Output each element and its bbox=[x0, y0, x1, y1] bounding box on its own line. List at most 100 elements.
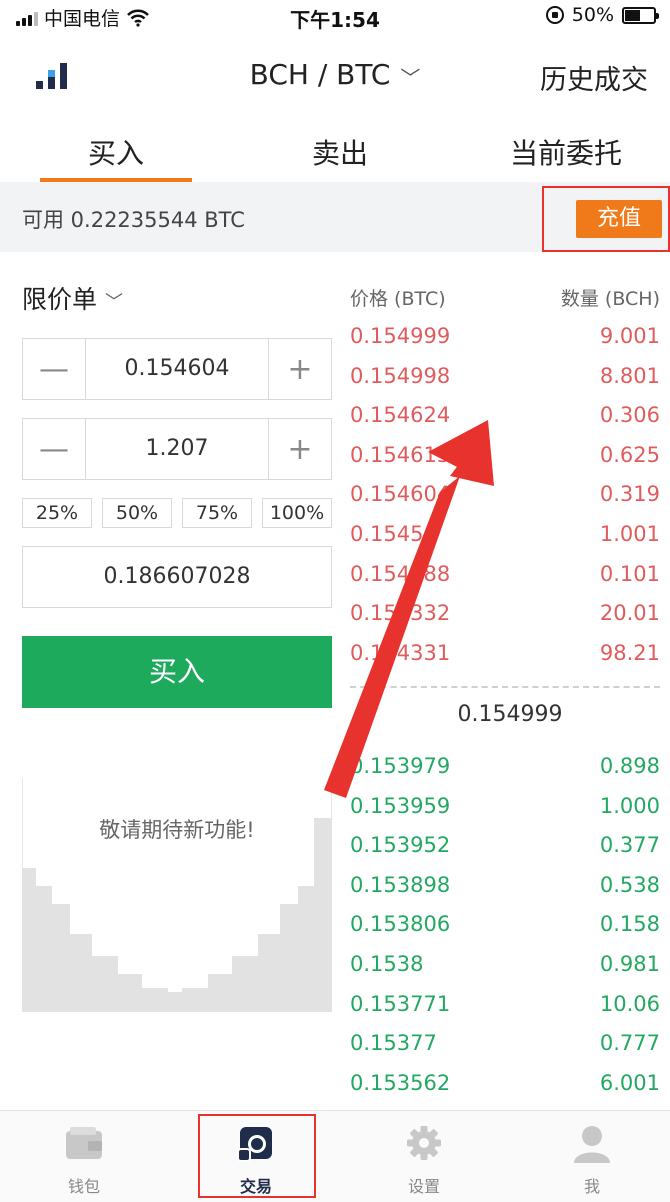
ask-qty: 0.625 bbox=[599, 442, 660, 467]
spread-divider bbox=[350, 686, 660, 688]
bid-row[interactable]: 0.153806 0.158 bbox=[350, 912, 660, 952]
bid-price: 0.153771 bbox=[350, 991, 451, 1016]
ask-qty: 20.01 bbox=[599, 601, 660, 626]
bid-row[interactable]: 0.153898 0.538 bbox=[350, 873, 660, 913]
percent-75-button[interactable]: 75% bbox=[182, 498, 252, 528]
tabbar-me-label: 我 bbox=[583, 1177, 600, 1196]
ask-price: 0.1545 bbox=[350, 522, 424, 546]
ask-row[interactable]: 0.154624 0.306 bbox=[350, 403, 660, 443]
available-balance: 可用 0.22235544 BTC bbox=[22, 208, 245, 232]
percent-50-button[interactable]: 50% bbox=[102, 498, 172, 528]
bid-row[interactable]: 0.153979 0.898 bbox=[350, 754, 660, 794]
bid-price: 0.153898 bbox=[350, 872, 451, 897]
quantity-decrease-button[interactable]: — bbox=[23, 419, 85, 479]
tab-buy[interactable]: 买入 bbox=[88, 132, 144, 172]
battery-percent: 50% bbox=[571, 4, 614, 26]
last-price: 0.154999 bbox=[457, 702, 563, 727]
ask-qty: 0.101 bbox=[599, 561, 660, 586]
bid-qty: 0.158 bbox=[599, 912, 660, 937]
bid-qty: 0.777 bbox=[599, 1031, 660, 1056]
ask-qty: 8.801 bbox=[599, 363, 660, 388]
orderbook-qty-header: 数量 (BCH) bbox=[560, 288, 660, 310]
depth-chart-placeholder: 敬请期待新功能! bbox=[22, 778, 332, 1012]
tabbar-settings-label: 设置 bbox=[407, 1177, 440, 1196]
bid-row[interactable]: 0.15377 0.777 bbox=[350, 1031, 660, 1071]
tabbar-wallet-label: 钱包 bbox=[67, 1177, 100, 1196]
status-bar: 中国电信 下午1:54 50% bbox=[0, 0, 670, 36]
tabbar-me[interactable]: 我 bbox=[532, 1123, 652, 1197]
bottom-tab-bar: 钱包 交易 设置 我 bbox=[0, 1110, 670, 1202]
ask-price: 0.154332 bbox=[350, 601, 451, 626]
ask-row[interactable]: 0.154332 20.01 bbox=[350, 601, 660, 641]
bid-price: 0.153806 bbox=[350, 912, 451, 937]
price-increase-button[interactable]: + bbox=[269, 339, 331, 399]
price-input[interactable]: 0.154604 bbox=[85, 339, 269, 399]
percent-buttons: 25% 50% 75% 100% bbox=[22, 498, 332, 528]
tabbar-settings[interactable]: 设置 bbox=[364, 1123, 484, 1197]
gear-icon bbox=[407, 1126, 441, 1160]
bid-qty: 0.981 bbox=[599, 952, 660, 976]
bid-qty: 6.001 bbox=[599, 1070, 660, 1095]
bid-price: 0.15377 bbox=[350, 1031, 437, 1056]
bid-row[interactable]: 0.153959 1.000 bbox=[350, 794, 660, 834]
ask-price: 0.154613 bbox=[350, 442, 451, 467]
tab-open-orders[interactable]: 当前委托 bbox=[510, 132, 622, 172]
price-decrease-button[interactable]: — bbox=[23, 339, 85, 399]
bid-qty: 0.898 bbox=[599, 754, 660, 778]
rotation-lock-icon bbox=[545, 6, 564, 24]
tabbar-wallet[interactable]: 钱包 bbox=[24, 1123, 144, 1197]
bid-price: 0.153952 bbox=[350, 833, 451, 858]
ask-row[interactable]: 0.154998 8.801 bbox=[350, 364, 660, 404]
ask-qty: 0.319 bbox=[599, 482, 660, 507]
buy-button[interactable]: 买入 bbox=[22, 636, 332, 708]
bid-price: 0.153562 bbox=[350, 1070, 451, 1095]
ask-price: 0.154999 bbox=[350, 324, 451, 348]
bid-price: 0.1538 bbox=[350, 952, 424, 976]
ask-qty: 9.001 bbox=[599, 324, 660, 348]
bid-row[interactable]: 0.153771 10.06 bbox=[350, 992, 660, 1032]
ask-row[interactable]: 0.154331 98.21 bbox=[350, 641, 660, 681]
ask-row[interactable]: 0.154488 0.101 bbox=[350, 562, 660, 602]
trade-history-link[interactable]: 历史成交 bbox=[540, 58, 648, 97]
bid-row[interactable]: 0.153952 0.377 bbox=[350, 833, 660, 873]
battery-icon bbox=[622, 6, 659, 24]
bid-row[interactable]: 0.1538 0.981 bbox=[350, 952, 660, 992]
ask-qty: 1.001 bbox=[599, 522, 660, 546]
bid-qty: 10.06 bbox=[599, 991, 660, 1016]
bid-price: 0.153979 bbox=[350, 754, 451, 778]
ask-row[interactable]: 0.154999 9.001 bbox=[350, 324, 660, 364]
chevron-down-icon: ﹀ bbox=[105, 292, 124, 313]
bid-qty: 0.538 bbox=[599, 872, 660, 897]
percent-25-button[interactable]: 25% bbox=[22, 498, 92, 528]
tab-sell[interactable]: 卖出 bbox=[312, 132, 368, 172]
ask-price: 0.154331 bbox=[350, 640, 451, 665]
quantity-stepper: — 1.207 + bbox=[22, 418, 332, 480]
ask-qty: 98.21 bbox=[599, 640, 660, 665]
chevron-down-icon: ﹀ bbox=[400, 65, 421, 90]
nav-bar: BCH / BTC ﹀ 历史成交 bbox=[0, 40, 670, 112]
wallet-icon bbox=[66, 1127, 102, 1159]
ask-price: 0.154624 bbox=[350, 403, 451, 428]
percent-100-button[interactable]: 100% bbox=[262, 498, 332, 528]
bid-qty: 0.377 bbox=[599, 833, 660, 858]
ask-row[interactable]: 0.154613 0.625 bbox=[350, 443, 660, 483]
ask-qty: 0.306 bbox=[599, 403, 660, 428]
ask-price: 0.154998 bbox=[350, 363, 451, 388]
user-icon bbox=[574, 1126, 610, 1163]
ask-row[interactable]: 0.1545 1.001 bbox=[350, 522, 660, 562]
ask-row[interactable]: 0.154604 0.319 bbox=[350, 482, 660, 522]
trade-tabs: 买入 卖出 当前委托 bbox=[0, 122, 670, 182]
quantity-increase-button[interactable]: + bbox=[269, 419, 331, 479]
recharge-button[interactable]: 充值 bbox=[576, 200, 662, 238]
bid-price: 0.153959 bbox=[350, 793, 451, 818]
pair-label: BCH / BTC bbox=[249, 58, 391, 91]
bid-row[interactable]: 0.153562 6.001 bbox=[350, 1071, 660, 1111]
bid-qty: 1.000 bbox=[599, 793, 660, 818]
order-type-selector[interactable]: 限价单 ﹀ bbox=[22, 280, 123, 316]
quantity-input[interactable]: 1.207 bbox=[85, 419, 269, 479]
coming-soon-text: 敬请期待新功能! bbox=[99, 818, 255, 842]
total-amount-field[interactable]: 0.186607028 bbox=[22, 546, 332, 608]
price-stepper: — 0.154604 + bbox=[22, 338, 332, 400]
orderbook-price-header: 价格 (BTC) bbox=[350, 288, 446, 310]
status-right: 50% bbox=[545, 4, 659, 26]
